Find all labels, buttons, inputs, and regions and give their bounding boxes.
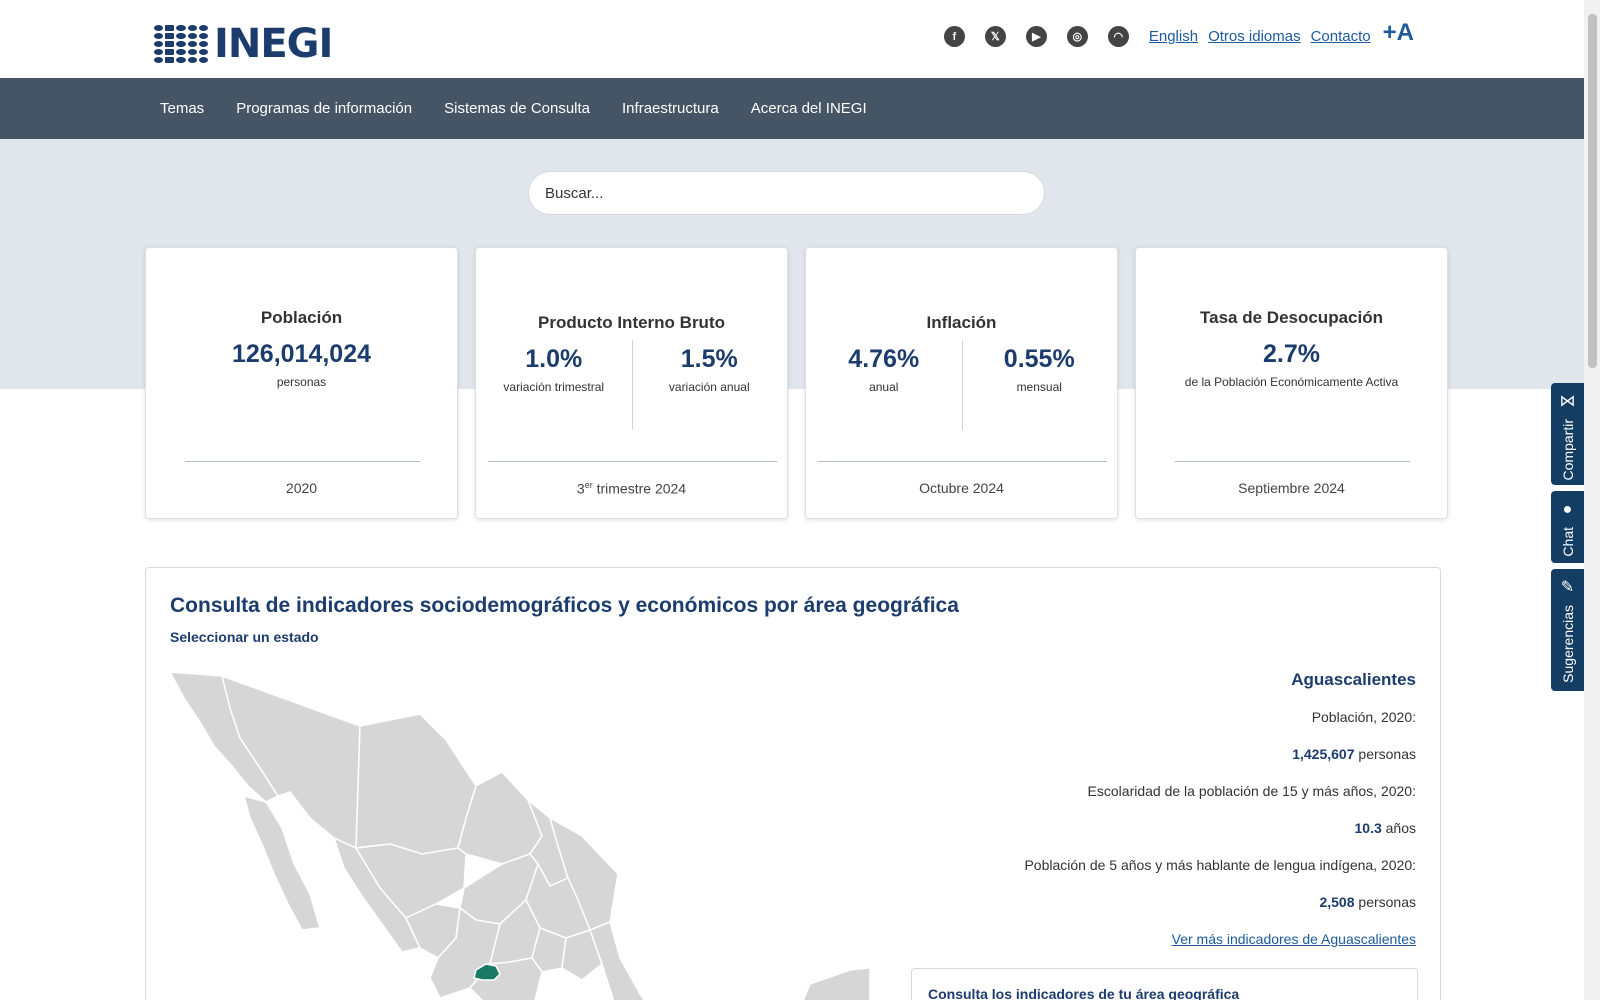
card-unit: personas (276, 375, 327, 389)
divider (632, 340, 633, 430)
nav-item-temas[interactable]: Temas (144, 100, 220, 117)
chat-tab-label: Chat (1559, 527, 1576, 557)
english-link[interactable]: English (1149, 28, 1198, 45)
facebook-icon[interactable]: f (943, 26, 965, 47)
card-title: Tasa de Desocupación (1200, 308, 1383, 327)
logo-text: INEGI (214, 21, 333, 67)
geo-subtitle: Seleccionar un estado (170, 629, 319, 645)
card-footer: 3er trimestre 2024 (576, 480, 687, 497)
state-info: Aguascalientes Población, 2020: 1,425,60… (896, 670, 1416, 949)
card-title: Producto Interno Bruto (538, 313, 725, 332)
contacto-link[interactable]: Contacto (1311, 28, 1371, 45)
indicator-value: 1,425,607 personas (1292, 746, 1416, 762)
card-footer: Octubre 2024 (919, 480, 1004, 496)
chat-tab[interactable]: ● Chat (1551, 491, 1584, 563)
top-links: f 𝕏 ▶ ◎ ◠ English Otros idiomas Contacto… (943, 19, 1414, 47)
indicator-label: Escolaridad de la población de 15 y más … (1087, 783, 1416, 799)
nav-item-acerca[interactable]: Acerca del INEGI (735, 100, 883, 117)
card-unit: variación trimestral (503, 380, 605, 394)
card-poblacion[interactable]: Población 126,014,024 personas 2020 (145, 247, 458, 519)
card-desocupacion[interactable]: Tasa de Desocupación 2.7% de la Població… (1135, 247, 1448, 519)
card-footer: Septiembre 2024 (1238, 480, 1345, 496)
top-header: INEGI f 𝕏 ▶ ◎ ◠ English Otros idiomas Co… (0, 0, 1584, 78)
youtube-icon[interactable]: ▶ (1025, 26, 1047, 47)
area-query-title: Consulta los indicadores de tu área geog… (928, 986, 1240, 1000)
card-unit: variación anual (668, 380, 750, 394)
card-value: 2.7% (1263, 340, 1320, 368)
area-query-box[interactable]: Consulta los indicadores de tu área geog… (911, 968, 1418, 1000)
card-value: 1.0% (525, 345, 583, 373)
card-pib[interactable]: Producto Interno Bruto 1.0% variación tr… (475, 247, 788, 519)
indicator-label: Población de 5 años y más hablante de le… (1024, 857, 1416, 873)
indicator-value: 2,508 personas (1319, 894, 1416, 910)
main-nav: Temas Programas de información Sistemas … (0, 78, 1584, 139)
inegi-logo[interactable]: INEGI (154, 21, 333, 67)
state-name: Aguascalientes (1291, 670, 1416, 689)
instagram-icon[interactable]: ◎ (1066, 26, 1088, 47)
card-unit: anual (869, 380, 899, 394)
share-tab[interactable]: ⋈ Compartir (1551, 383, 1584, 485)
divider (962, 340, 963, 430)
share-tab-label: Compartir (1559, 419, 1576, 481)
logo-mark (154, 25, 208, 63)
search-input[interactable] (528, 171, 1045, 215)
card-value-group: 126,014,024 personas (146, 340, 457, 389)
x-icon[interactable]: 𝕏 (984, 26, 1006, 47)
rss-icon[interactable]: ◠ (1107, 26, 1129, 47)
card-value-group: 2.7% de la Población Económicamente Acti… (1136, 340, 1447, 389)
divider (818, 461, 1107, 462)
indicator-value: 10.3 años (1354, 820, 1417, 836)
edit-icon: ✎ (1560, 579, 1575, 596)
nav-item-infraestructura[interactable]: Infraestructura (606, 100, 735, 117)
card-footer: 2020 (285, 480, 318, 496)
font-increase-button[interactable]: +A (1383, 19, 1414, 47)
state-yucatan (802, 967, 871, 1000)
card-value: 4.76% (848, 345, 920, 373)
geo-title: Consulta de indicadores sociodemográfico… (170, 594, 959, 617)
share-icon: ⋈ (1559, 393, 1576, 410)
nav-item-programas[interactable]: Programas de información (220, 100, 428, 117)
divider (488, 461, 777, 462)
card-unit: mensual (1016, 380, 1062, 394)
card-value: 1.5% (680, 345, 738, 373)
geo-indicators-panel: Consulta de indicadores sociodemográfico… (145, 567, 1441, 1000)
otros-idiomas-link[interactable]: Otros idiomas (1208, 28, 1301, 45)
divider (1175, 461, 1410, 462)
card-value: 126,014,024 (231, 340, 372, 368)
divider (185, 461, 420, 462)
suggestions-tab-label: Sugerencias (1559, 605, 1576, 683)
nav-item-sistemas[interactable]: Sistemas de Consulta (428, 100, 606, 117)
mexico-map[interactable] (170, 668, 890, 1000)
chat-icon: ● (1562, 501, 1573, 518)
card-title: Población (260, 308, 343, 327)
card-value: 0.55% (1003, 345, 1075, 373)
indicator-label: Población, 2020: (1311, 709, 1416, 725)
card-unit: de la Población Económicamente Activa (1184, 375, 1399, 389)
card-title: Inflación (926, 313, 997, 332)
more-indicators-link[interactable]: Ver más indicadores de Aguascalientes (1172, 931, 1416, 947)
scrollbar-thumb[interactable] (1588, 14, 1597, 368)
state-chihuahua (355, 713, 477, 855)
card-inflacion[interactable]: Inflación 4.76% anual 0.55% mensual Octu… (805, 247, 1118, 519)
suggestions-tab[interactable]: ✎ Sugerencias (1551, 569, 1584, 691)
